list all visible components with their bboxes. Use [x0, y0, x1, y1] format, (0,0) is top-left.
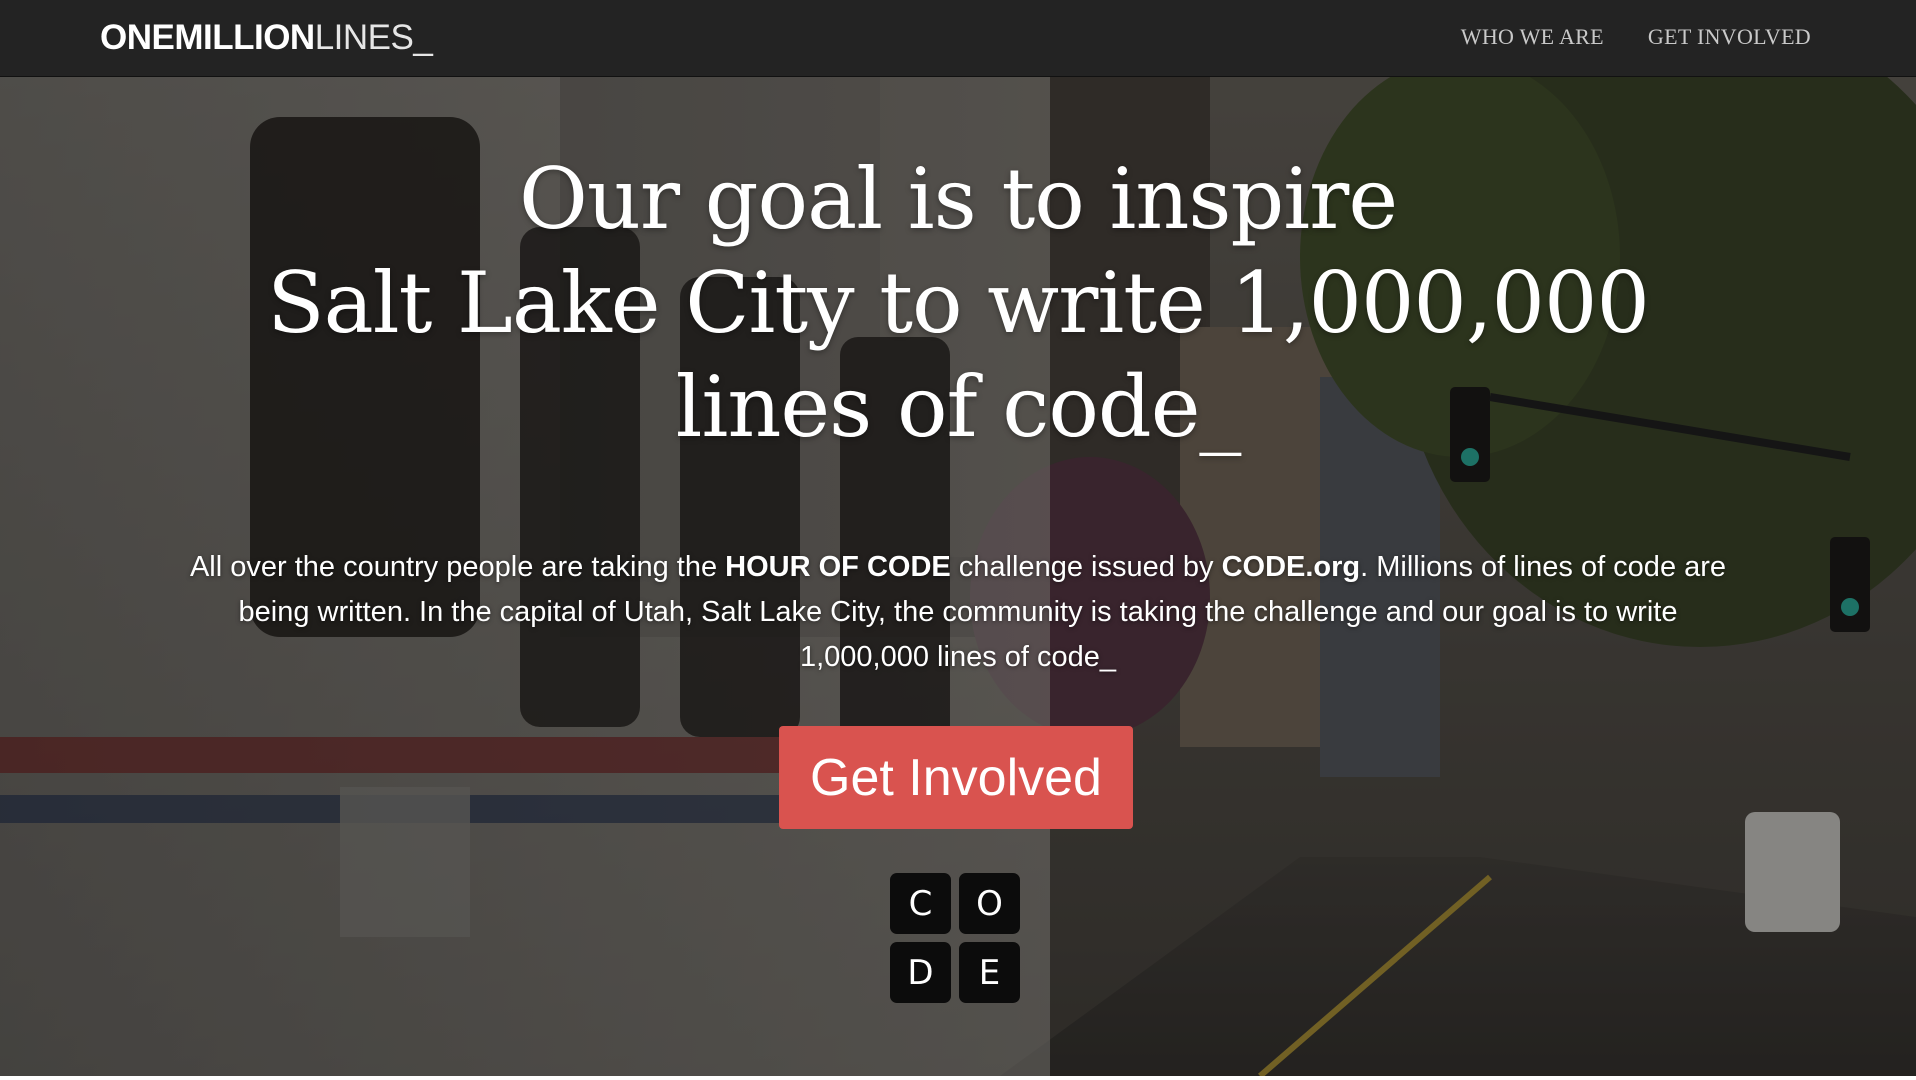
brand-logo[interactable]: ONEMILLION LINES_ [100, 18, 433, 58]
brand-text-bold: ONEMILLION [100, 18, 315, 57]
code-logo-tile-e: E [959, 942, 1020, 1003]
intro-text-1: All over the country people are taking t… [189, 551, 726, 583]
get-involved-button[interactable]: Get Involved [779, 726, 1133, 829]
code-org-text: CODE.org [1221, 551, 1361, 583]
top-navbar: ONEMILLION LINES_ WHO WE ARE GET INVOLVED [0, 0, 1916, 77]
code-logo-tile-c: C [890, 873, 951, 934]
nav-links: WHO WE ARE GET INVOLVED [1461, 24, 1811, 50]
hour-of-code-text: HOUR OF CODE [725, 551, 951, 583]
nav-link-get-involved[interactable]: GET INVOLVED [1648, 24, 1811, 50]
headline-line-1: Our goal is to inspire [518, 150, 1398, 248]
code-org-logo[interactable]: C O D E [890, 873, 1022, 1005]
headline-line-2: Salt Lake City to write 1,000,000 [267, 254, 1650, 352]
intro-text-2: challenge issued by [950, 551, 1222, 583]
hero-headline: Our goal is to inspire Salt Lake City to… [0, 147, 1916, 459]
headline-line-3: lines of code_ [675, 358, 1242, 456]
nav-link-who-we-are[interactable]: WHO WE ARE [1461, 24, 1604, 50]
brand-text-light: LINES_ [314, 18, 433, 57]
code-logo-tile-o: O [959, 873, 1020, 934]
code-logo-tile-d: D [890, 942, 951, 1003]
hero-intro-text: All over the country people are taking t… [170, 545, 1746, 680]
hero-section: Our goal is to inspire Salt Lake City to… [0, 77, 1916, 1076]
